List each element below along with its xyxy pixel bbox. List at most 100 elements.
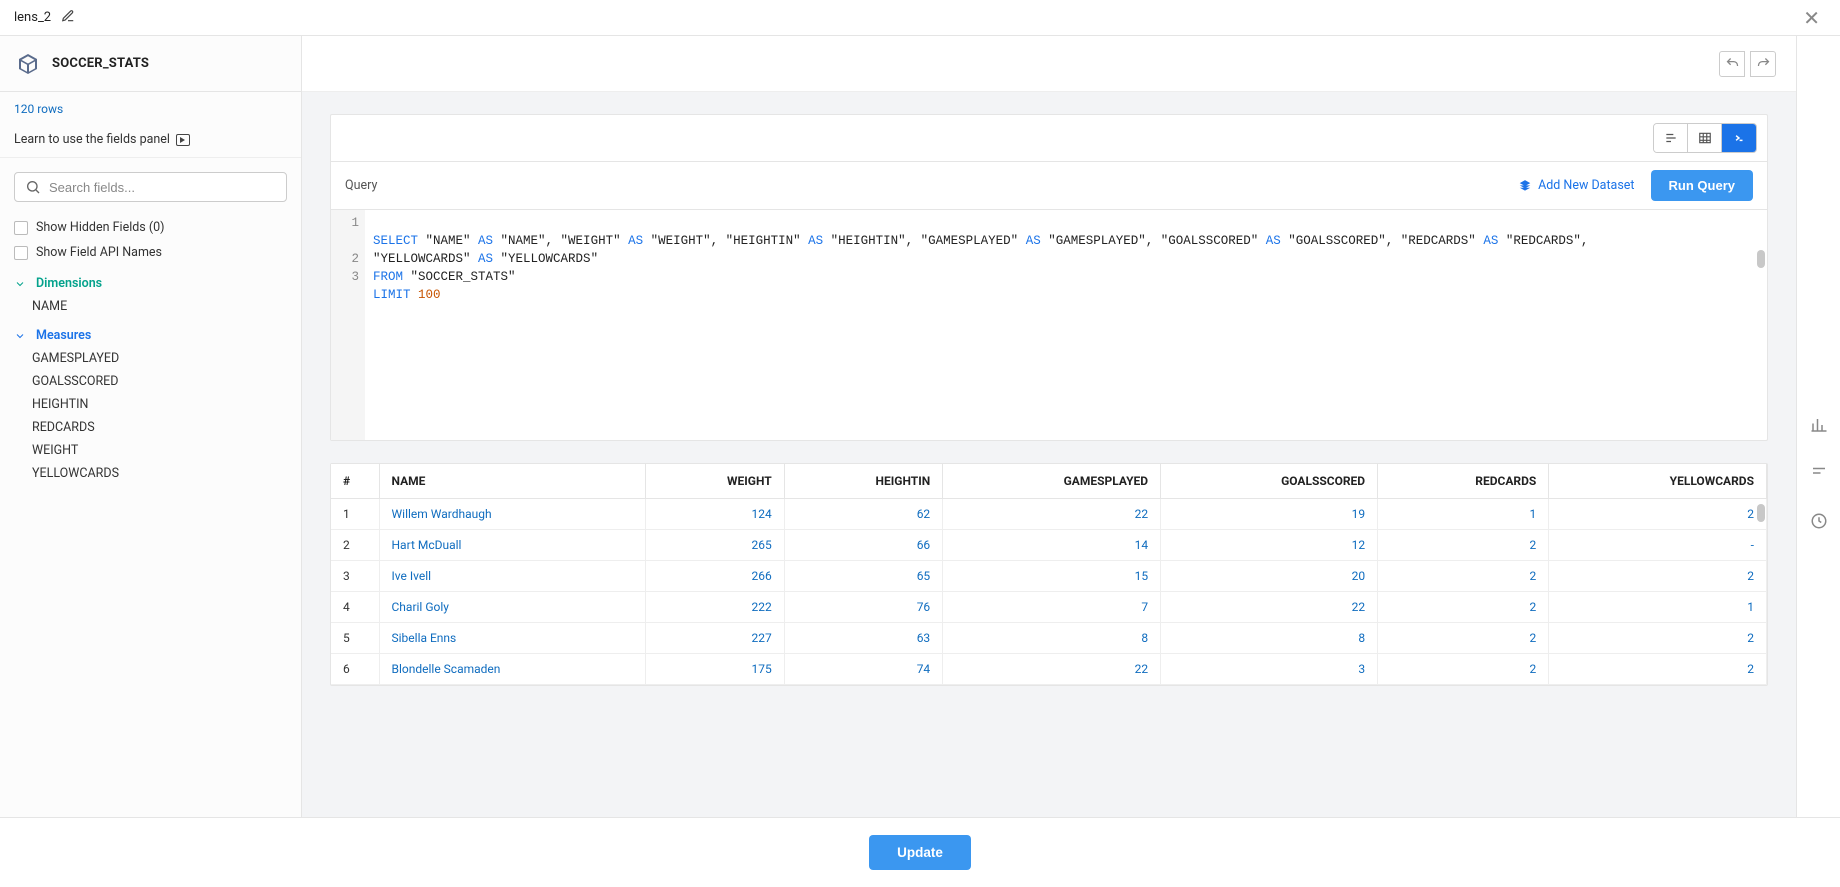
dimensions-section-header[interactable]: Dimensions [0,266,301,295]
fields-sidebar: SOCCER_STATS 120 rows Learn to use the f… [0,36,302,817]
col-redcards[interactable]: REDCARDS [1378,464,1549,499]
cell-name: Blondelle Scamaden [379,654,646,685]
run-query-button[interactable]: Run Query [1651,170,1753,201]
cell-index: 6 [331,654,379,685]
cell-weight: 124 [646,499,785,530]
cell-index: 5 [331,623,379,654]
field-item[interactable]: WEIGHT [0,439,301,462]
view-chart-button[interactable] [1654,124,1688,152]
col-gamesplayed[interactable]: GAMESPLAYED [943,464,1161,499]
cell-gamesplayed: 8 [943,623,1161,654]
cell-weight: 265 [646,530,785,561]
cell-weight: 175 [646,654,785,685]
col-weight[interactable]: WEIGHT [646,464,785,499]
table-row[interactable]: 3Ive Ivell26665152022 [331,561,1767,592]
table-row[interactable]: 5Sibella Enns227638822 [331,623,1767,654]
page-title: lens_2 [14,10,51,25]
cell-index: 1 [331,499,379,530]
cell-yellowcards: 1 [1549,592,1767,623]
table-row[interactable]: 1Willem Wardhaugh12462221912 [331,499,1767,530]
view-table-button[interactable] [1688,124,1722,152]
field-item[interactable]: YELLOWCARDS [0,462,301,485]
field-item[interactable]: REDCARDS [0,416,301,439]
cell-name: Willem Wardhaugh [379,499,646,530]
cell-yellowcards: 2 [1549,654,1767,685]
cell-gamesplayed: 22 [943,654,1161,685]
right-rail [1796,36,1840,817]
col-yellowcards[interactable]: YELLOWCARDS [1549,464,1767,499]
cell-name: Ive Ivell [379,561,646,592]
results-table: # NAME WEIGHT HEIGHTIN GAMESPLAYED GOALS… [330,463,1768,686]
cell-gamesplayed: 7 [943,592,1161,623]
col-heightin[interactable]: HEIGHTIN [784,464,942,499]
cell-goalsscored: 8 [1161,623,1378,654]
update-button[interactable]: Update [869,835,971,870]
field-item[interactable]: NAME [0,295,301,318]
search-input[interactable] [49,180,276,195]
col-name[interactable]: NAME [379,464,646,499]
dataset-name: SOCCER_STATS [52,56,149,71]
table-row[interactable]: 2Hart McDuall2656614122- [331,530,1767,561]
cell-index: 2 [331,530,379,561]
format-icon[interactable] [1810,464,1828,486]
cell-name: Charil Goly [379,592,646,623]
cell-index: 3 [331,561,379,592]
checkbox-icon[interactable] [14,221,28,235]
learn-fields-link[interactable]: Learn to use the fields panel [0,126,301,158]
cell-goalsscored: 20 [1161,561,1378,592]
view-mode-segmented [1653,123,1757,153]
row-count: 120 rows [0,92,301,126]
col-index[interactable]: # [331,464,379,499]
cell-yellowcards: 2 [1549,623,1767,654]
undo-button[interactable] [1719,51,1745,77]
query-label: Query [345,178,377,193]
measures-section-header[interactable]: Measures [0,318,301,347]
line-gutter: 1 23 [331,210,365,440]
cell-heightin: 65 [784,561,942,592]
cell-heightin: 66 [784,530,942,561]
close-icon[interactable]: ✕ [1797,4,1826,32]
cell-name: Hart McDuall [379,530,646,561]
checkbox-icon[interactable] [14,246,28,260]
view-query-button[interactable] [1722,124,1756,152]
cell-weight: 266 [646,561,785,592]
field-item[interactable]: GOALSSCORED [0,370,301,393]
field-item[interactable]: GAMESPLAYED [0,347,301,370]
cell-redcards: 1 [1378,499,1549,530]
cell-weight: 222 [646,592,785,623]
cell-heightin: 76 [784,592,942,623]
show-hidden-toggle[interactable]: Show Hidden Fields (0) [0,216,301,241]
add-new-dataset-link[interactable]: Add New Dataset [1518,178,1634,193]
editor-scrollbar-thumb[interactable] [1757,250,1765,268]
cell-yellowcards: 2 [1549,561,1767,592]
sql-editor[interactable]: 1 23 SELECT "NAME" AS "NAME", "WEIGHT" A… [331,210,1767,440]
search-fields-input[interactable] [14,172,287,202]
table-row[interactable]: 6Blondelle Scamaden1757422322 [331,654,1767,685]
dataset-cube-icon [16,52,40,76]
cell-heightin: 63 [784,623,942,654]
cell-redcards: 2 [1378,592,1549,623]
redo-button[interactable] [1750,51,1776,77]
edit-icon[interactable] [61,9,75,27]
cell-gamesplayed: 15 [943,561,1161,592]
cell-goalsscored: 12 [1161,530,1378,561]
cell-name: Sibella Enns [379,623,646,654]
chevron-down-icon [14,330,26,342]
history-icon[interactable] [1810,512,1828,534]
col-goalsscored[interactable]: GOALSSCORED [1161,464,1378,499]
field-item[interactable]: HEIGHTIN [0,393,301,416]
cell-goalsscored: 22 [1161,592,1378,623]
results-scrollbar-thumb[interactable] [1757,504,1765,522]
cell-goalsscored: 3 [1161,654,1378,685]
chart-icon[interactable] [1810,416,1828,438]
cell-gamesplayed: 14 [943,530,1161,561]
show-api-names-toggle[interactable]: Show Field API Names [0,241,301,266]
cell-redcards: 2 [1378,561,1549,592]
cell-gamesplayed: 22 [943,499,1161,530]
table-row[interactable]: 4Charil Goly2227672221 [331,592,1767,623]
dataset-plus-icon [1518,179,1532,193]
cell-index: 4 [331,592,379,623]
cell-yellowcards: - [1549,530,1767,561]
code-area[interactable]: SELECT "NAME" AS "NAME", "WEIGHT" AS "WE… [365,210,1767,440]
search-icon [25,179,41,195]
